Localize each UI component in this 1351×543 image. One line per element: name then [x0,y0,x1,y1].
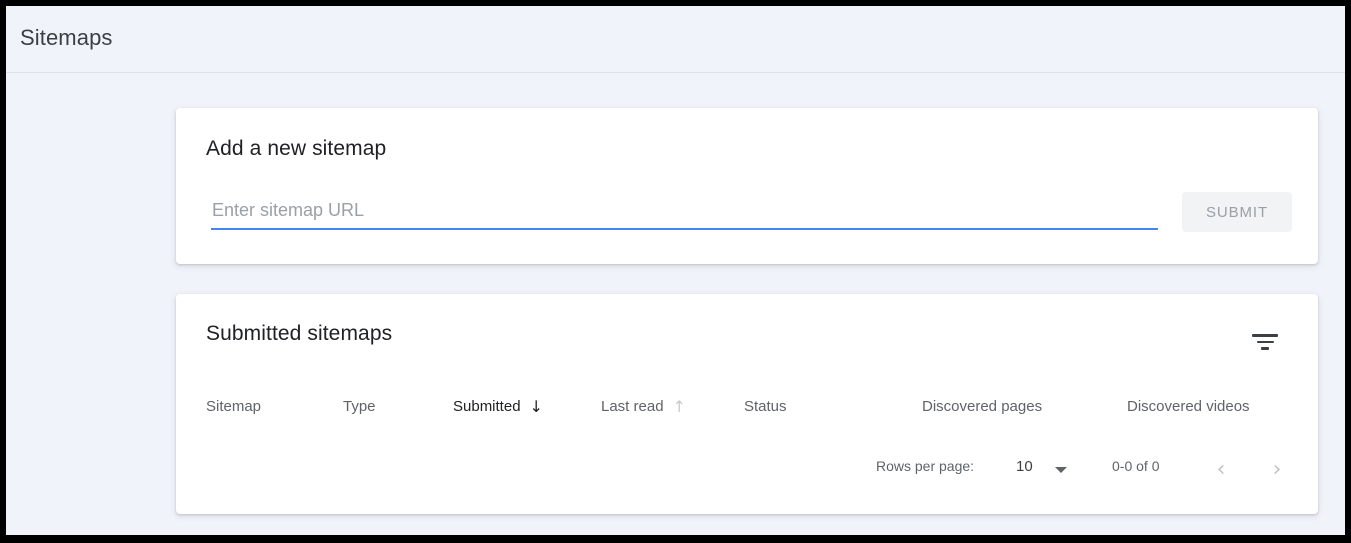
column-header-type[interactable]: Type [343,398,376,415]
column-label: Discovered videos [1127,398,1250,415]
table-pagination: Rows per page: 10 0-0 of 0 ‹ › [176,452,1318,500]
submit-button[interactable]: SUBMIT [1182,192,1292,232]
page-title: Sitemaps [20,25,113,51]
filter-bar-top [1252,334,1278,337]
sort-ascending-icon: ↑ [673,399,686,415]
column-header-sitemap[interactable]: Sitemap [206,398,261,415]
column-header-last-read[interactable]: Last read ↑ [601,398,686,415]
previous-page-icon[interactable]: ‹ [1204,452,1238,486]
submitted-sitemaps-card: Submitted sitemaps Sitemap Type Submitte… [176,294,1318,514]
column-header-status[interactable]: Status [744,398,787,415]
column-label: Discovered pages [922,398,1042,415]
sitemap-url-field-wrapper [211,196,1158,230]
filter-bar-middle [1257,341,1274,344]
next-page-icon[interactable]: › [1260,452,1294,486]
submitted-sitemaps-title: Submitted sitemaps [206,322,392,346]
chevron-down-icon[interactable] [1055,467,1067,473]
sort-descending-icon: ↓ [530,399,543,415]
column-label: Submitted [453,398,521,415]
rows-per-page-label: Rows per page: [876,458,974,474]
app-frame: Sitemaps Add a new sitemap SUBMIT Submit… [6,6,1345,535]
pagination-range-label: 0-0 of 0 [1112,458,1159,474]
rows-per-page-select[interactable]: 10 [1016,458,1033,475]
main-content: Add a new sitemap SUBMIT Submitted sitem… [6,74,1345,535]
column-header-submitted[interactable]: Submitted ↓ [453,398,543,415]
column-label: Type [343,398,376,415]
filter-bar-bottom [1261,347,1269,350]
column-label: Status [744,398,787,415]
column-label: Last read [601,398,664,415]
column-header-discovered-pages[interactable]: Discovered pages [922,398,1042,415]
add-sitemap-card: Add a new sitemap SUBMIT [176,108,1318,264]
column-label: Sitemap [206,398,261,415]
page-header: Sitemaps [6,6,1345,73]
add-sitemap-title: Add a new sitemap [206,137,386,161]
sitemap-url-input[interactable] [211,196,1158,230]
sitemaps-table-header: Sitemap Type Submitted ↓ Last read ↑ Sta… [176,398,1318,436]
column-header-discovered-videos[interactable]: Discovered videos [1127,398,1250,415]
filter-list-icon[interactable] [1252,334,1278,356]
